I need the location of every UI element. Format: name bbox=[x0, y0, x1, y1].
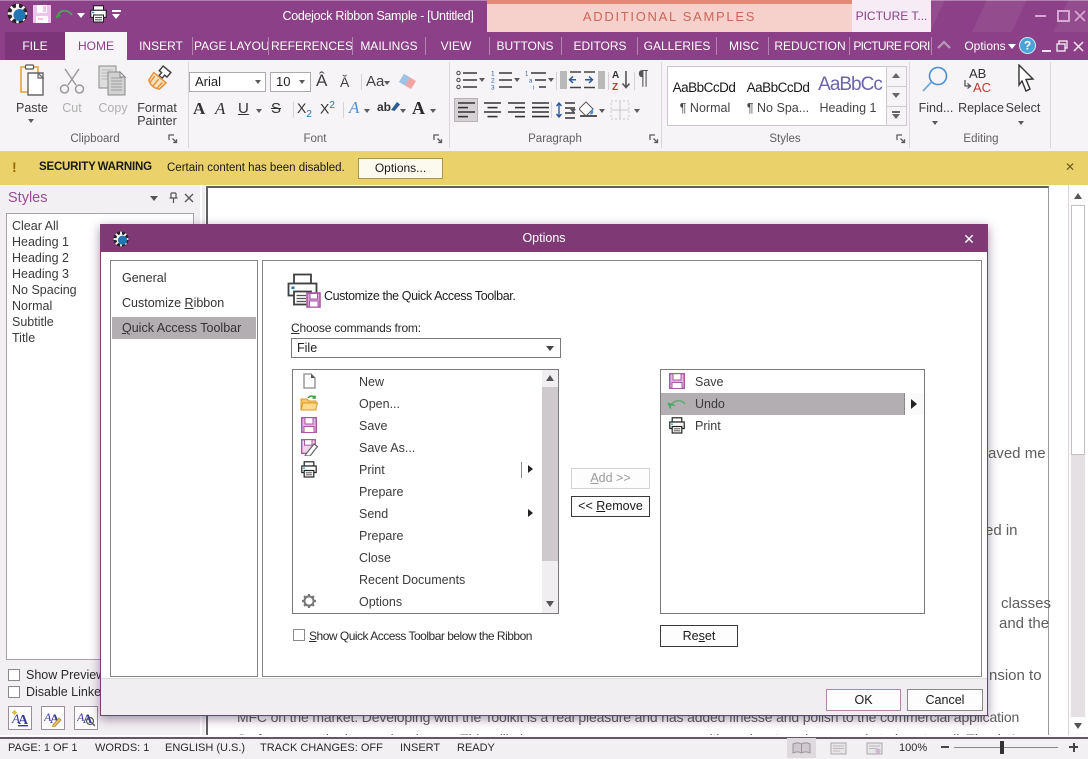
svg-text:AC: AC bbox=[973, 80, 991, 94]
svg-text:3: 3 bbox=[491, 85, 495, 91]
svg-text:A: A bbox=[18, 713, 29, 727]
svg-text:a: a bbox=[529, 79, 533, 85]
svg-text:1: 1 bbox=[491, 71, 495, 78]
svg-text:1: 1 bbox=[525, 72, 529, 78]
svg-text:?: ? bbox=[1024, 39, 1031, 53]
svg-text:A: A bbox=[612, 70, 619, 81]
svg-text:i: i bbox=[533, 86, 534, 91]
svg-text:Z: Z bbox=[612, 82, 618, 91]
svg-text:AB: AB bbox=[969, 66, 986, 81]
svg-text:2: 2 bbox=[491, 78, 495, 85]
